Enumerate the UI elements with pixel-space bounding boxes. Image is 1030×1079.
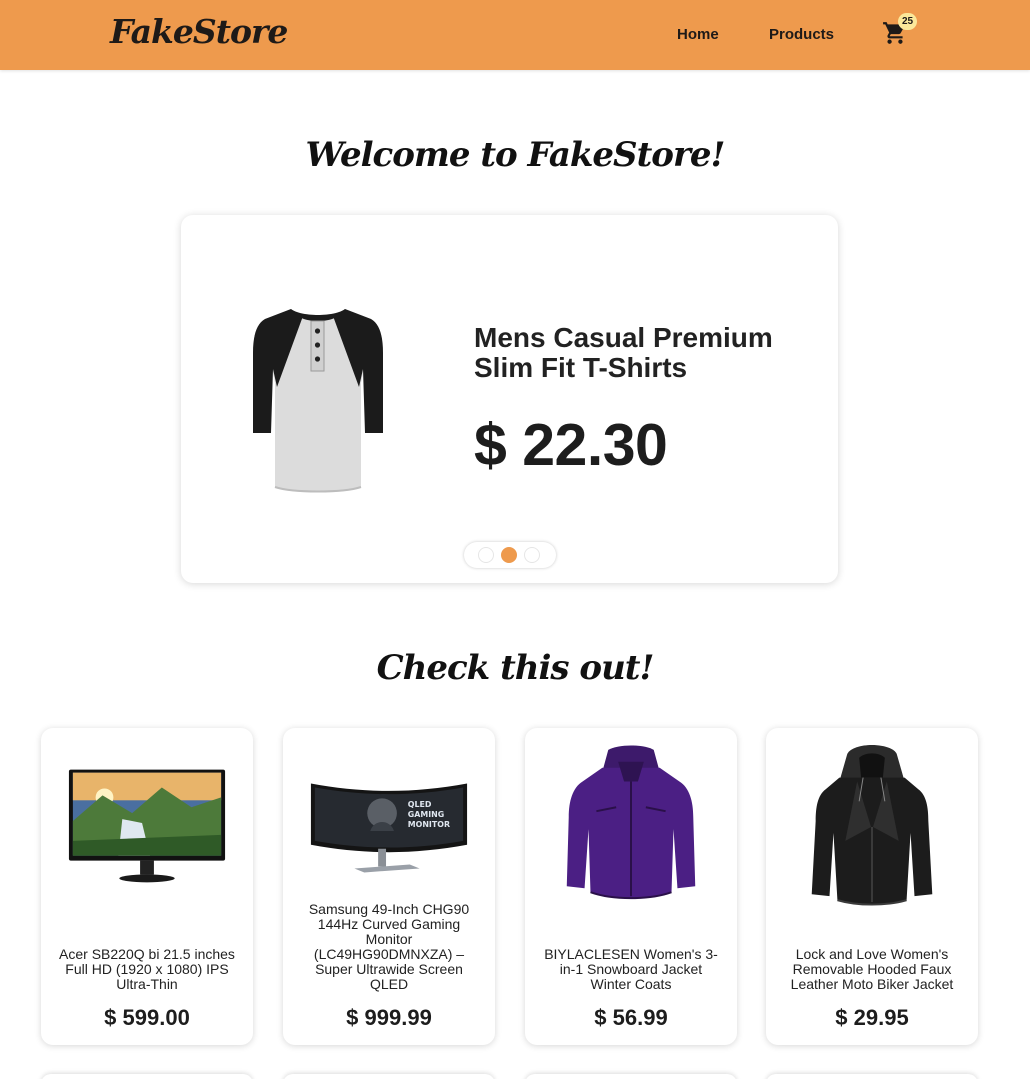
product-price: $ 29.95 bbox=[835, 1005, 909, 1030]
nav-link-products[interactable]: Products bbox=[769, 26, 834, 43]
carousel-dot-1[interactable] bbox=[478, 547, 494, 563]
featured-carousel[interactable]: Mens Casual Premium Slim Fit T-Shirts $ … bbox=[181, 215, 838, 583]
cart-count-badge: 25 bbox=[898, 13, 917, 30]
product-title[interactable]: Acer SB220Q bi 21.5 inches Full HD (1920… bbox=[57, 947, 237, 992]
product-card[interactable] bbox=[283, 1074, 495, 1079]
slide-title[interactable]: Mens Casual Premium Slim Fit T-Shirts bbox=[474, 323, 804, 383]
carousel-dot-2[interactable] bbox=[501, 547, 517, 563]
product-price: $ 599.00 bbox=[104, 1005, 190, 1030]
product-card[interactable] bbox=[525, 1074, 737, 1079]
product-price: $ 56.99 bbox=[594, 1005, 668, 1030]
logo[interactable]: FakeStore bbox=[110, 12, 288, 51]
product-card[interactable]: BIYLACLESEN Women's 3-in-1 Snowboard Jac… bbox=[525, 728, 737, 1045]
product-image[interactable] bbox=[41, 738, 253, 913]
svg-text:GAMING: GAMING bbox=[408, 810, 444, 819]
product-image[interactable] bbox=[766, 738, 978, 913]
nav-link-home[interactable]: Home bbox=[677, 26, 719, 43]
product-image[interactable]: QLED GAMING MONITOR bbox=[283, 738, 495, 913]
slide-product-image[interactable] bbox=[243, 303, 393, 495]
product-title[interactable]: BIYLACLESEN Women's 3-in-1 Snowboard Jac… bbox=[541, 947, 721, 992]
product-price: $ 999.99 bbox=[346, 1005, 432, 1030]
svg-text:MONITOR: MONITOR bbox=[408, 819, 450, 828]
carousel-dot-3[interactable] bbox=[524, 547, 540, 563]
product-card[interactable] bbox=[41, 1074, 253, 1079]
svg-text:QLED: QLED bbox=[408, 800, 432, 809]
product-title[interactable]: Samsung 49-Inch CHG90 144Hz Curved Gamin… bbox=[299, 902, 479, 992]
cart-button[interactable]: 25 bbox=[882, 13, 917, 48]
product-image[interactable] bbox=[525, 738, 737, 913]
welcome-heading: Welcome to FakeStore! bbox=[305, 135, 726, 175]
slide-price: $ 22.30 bbox=[474, 412, 668, 478]
product-card[interactable] bbox=[766, 1074, 978, 1079]
carousel-pagination bbox=[464, 542, 556, 568]
product-card[interactable]: Lock and Love Women's Removable Hooded F… bbox=[766, 728, 978, 1045]
product-title[interactable]: Lock and Love Women's Removable Hooded F… bbox=[782, 947, 962, 992]
product-card[interactable]: Acer SB220Q bi 21.5 inches Full HD (1920… bbox=[41, 728, 253, 1045]
navbar: FakeStore Home Products 25 bbox=[0, 0, 1030, 70]
check-this-out-heading: Check this out! bbox=[376, 648, 655, 688]
product-card[interactable]: QLED GAMING MONITOR Samsung 49-Inch CHG9… bbox=[283, 728, 495, 1045]
